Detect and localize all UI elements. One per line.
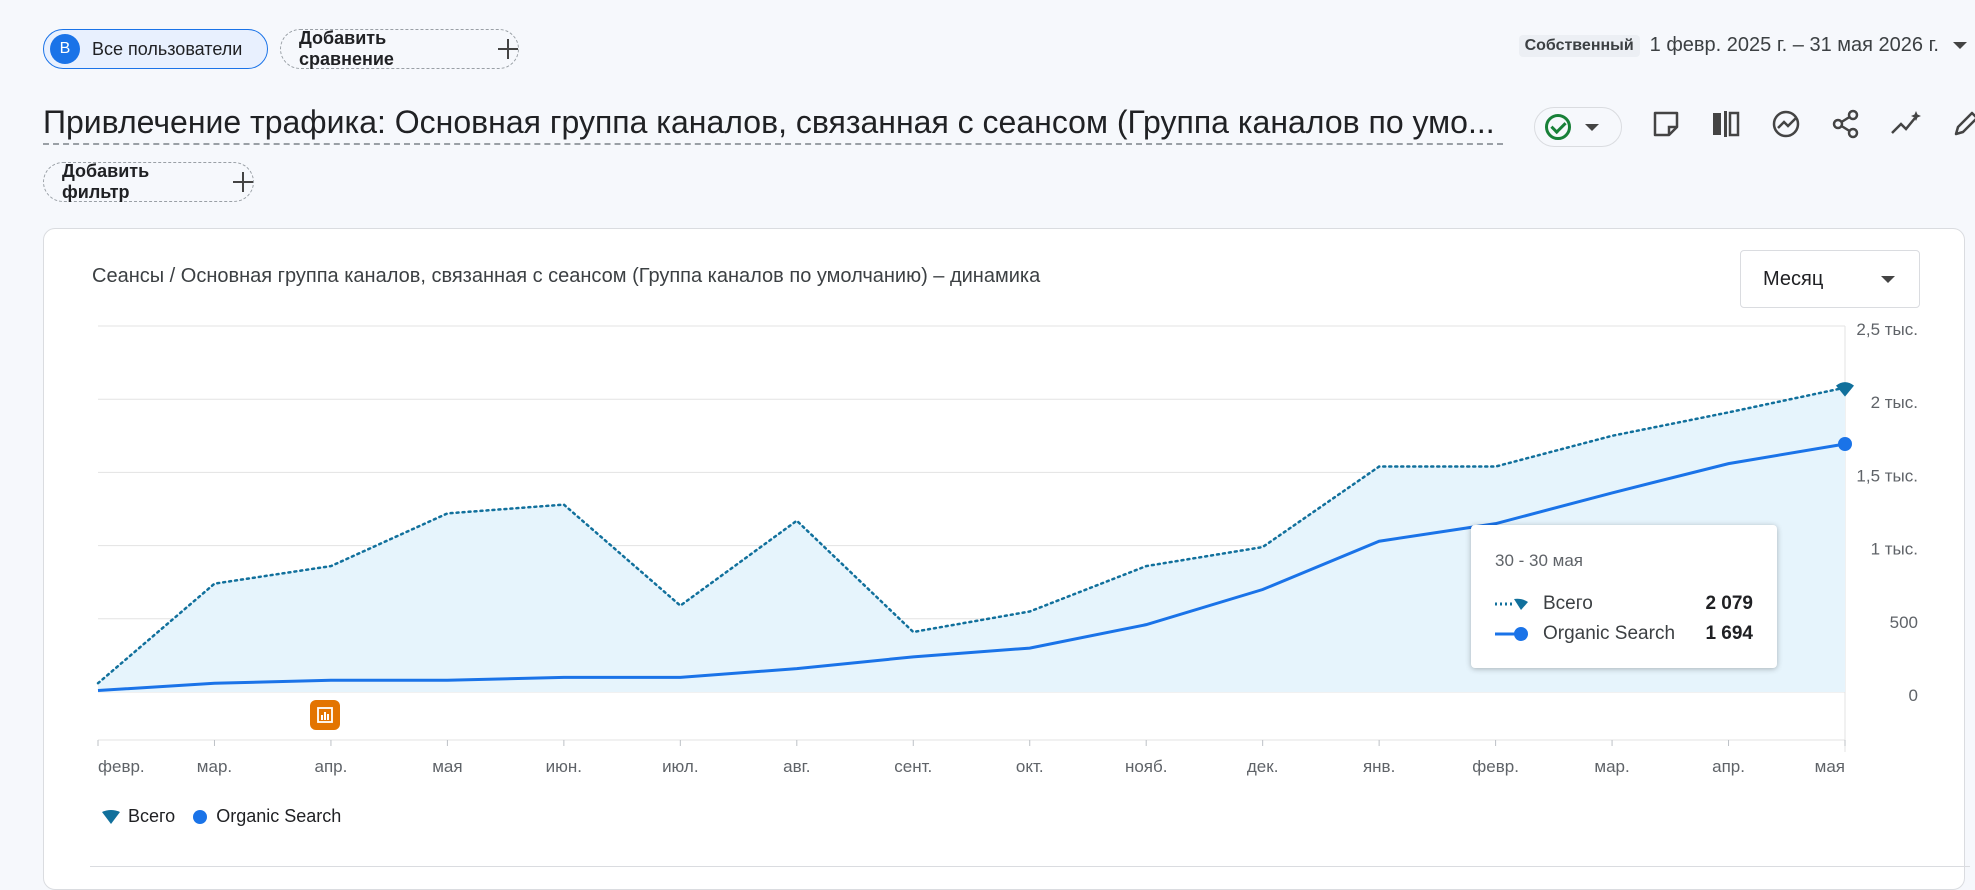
compare-columns-icon[interactable] <box>1705 106 1747 142</box>
tooltip-value-organic: 1 694 <box>1705 623 1753 644</box>
add-filter-label: Добавить фильтр <box>62 161 150 202</box>
tooltip-row-total: Всего 2 079 <box>1495 589 1753 619</box>
tooltip-label-organic: Organic Search <box>1543 623 1676 644</box>
legend-label-total: Всего <box>128 806 176 826</box>
chart-title: Сеансы / Основная группа каналов, связан… <box>92 265 1041 287</box>
segment-avatar: В <box>50 34 80 64</box>
legend-item-organic[interactable]: Organic Search <box>193 806 341 827</box>
legend-item-total[interactable]: Всего <box>100 806 175 827</box>
add-filter-button[interactable]: Добавить фильтр <box>43 161 254 202</box>
trend-sparkle-icon[interactable] <box>1885 106 1927 142</box>
add-comparison-label: Добавить сравнение <box>299 28 394 69</box>
check-circle-icon <box>1545 114 1571 140</box>
date-range-tag: Собственный <box>1518 34 1640 57</box>
top-bar: В Все пользователи Добавить сравнение Со… <box>0 0 1975 100</box>
date-range-picker[interactable]: Собственный 1 февр. 2025 г. – 31 мая 202… <box>1518 34 1975 57</box>
edit-icon[interactable] <box>1945 106 1975 142</box>
tooltip-value-total: 2 079 <box>1705 593 1753 614</box>
chart-tooltip: 30 - 30 мая Всего 2 079 Organic Search 1… <box>1471 525 1777 668</box>
chevron-down-icon <box>1881 276 1895 283</box>
tooltip-date: 30 - 30 мая <box>1495 551 1583 570</box>
legend-label-organic: Organic Search <box>216 806 342 826</box>
share-icon[interactable] <box>1825 106 1867 142</box>
tooltip-row-organic: Organic Search 1 694 <box>1495 619 1753 649</box>
table-divider <box>90 866 1970 867</box>
insights-icon[interactable] <box>1765 106 1807 142</box>
chevron-down-icon <box>1585 123 1599 131</box>
annotation-marker-icon[interactable] <box>310 700 340 730</box>
organic-series-icon <box>1495 627 1528 641</box>
report-status-dropdown[interactable] <box>1534 107 1622 147</box>
chevron-down-icon <box>1953 42 1967 49</box>
total-series-icon <box>1495 598 1528 610</box>
organic-legend-icon <box>193 809 208 824</box>
tooltip-label-total: Всего <box>1543 593 1593 614</box>
report-title[interactable]: Привлечение трафика: Основная группа кан… <box>43 104 1503 145</box>
total-legend-icon <box>102 809 120 824</box>
report-toolbar <box>1645 106 1975 142</box>
granularity-select[interactable]: Месяц <box>1740 250 1920 308</box>
segment-label: Все пользователи <box>92 38 243 59</box>
granularity-value: Месяц <box>1763 267 1824 290</box>
segment-chip-all-users[interactable]: В Все пользователи <box>43 29 268 69</box>
chart-legend: Всего Organic Search <box>100 806 359 827</box>
date-range-text: 1 февр. 2025 г. – 31 мая 2026 г. <box>1649 34 1939 56</box>
plus-icon <box>233 172 253 192</box>
note-icon[interactable] <box>1645 106 1687 142</box>
add-comparison-button[interactable]: Добавить сравнение <box>280 28 519 69</box>
plus-icon <box>498 39 518 59</box>
